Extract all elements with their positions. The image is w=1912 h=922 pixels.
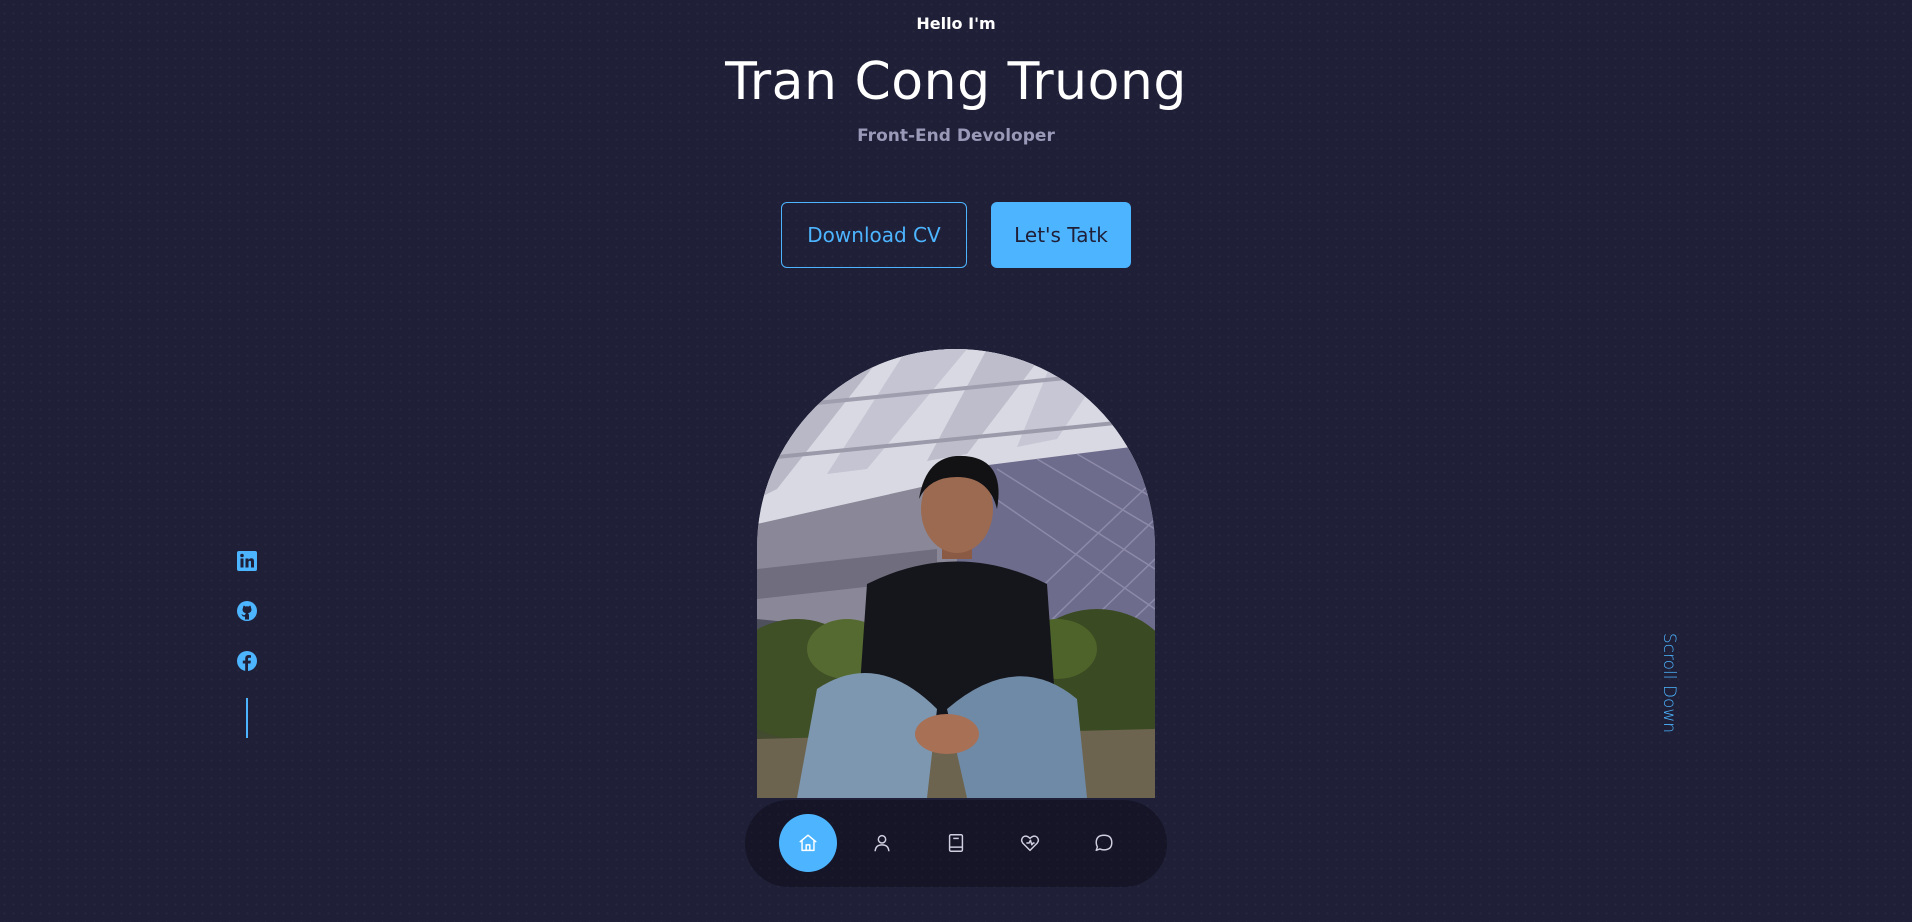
nav-contact[interactable] [1075,814,1133,872]
book-icon [948,834,964,852]
lets-talk-button[interactable]: Let's Tatk [991,202,1131,268]
message-icon [1095,834,1113,852]
nav-about[interactable] [853,814,911,872]
linkedin-icon[interactable] [236,550,258,572]
github-icon[interactable] [236,600,258,622]
user-icon [874,834,890,852]
page-title: Tran Cong Truong [725,52,1187,112]
download-cv-button[interactable]: Download CV [781,202,967,268]
scroll-down-link[interactable]: Scroll Down [1656,630,1681,735]
nav-experience[interactable] [927,814,985,872]
nav-home[interactable] [779,814,837,872]
role-subtitle: Front-End Devoloper [857,126,1055,146]
scroll-down-label: Scroll Down [1658,632,1679,733]
nav-services[interactable] [1001,814,1059,872]
profile-photo [757,349,1155,798]
bottom-nav [745,800,1167,887]
social-divider-line [246,698,248,738]
greeting-text: Hello I'm [916,14,996,33]
facebook-icon[interactable] [236,650,258,672]
home-icon [799,834,817,852]
services-icon [1020,835,1040,852]
